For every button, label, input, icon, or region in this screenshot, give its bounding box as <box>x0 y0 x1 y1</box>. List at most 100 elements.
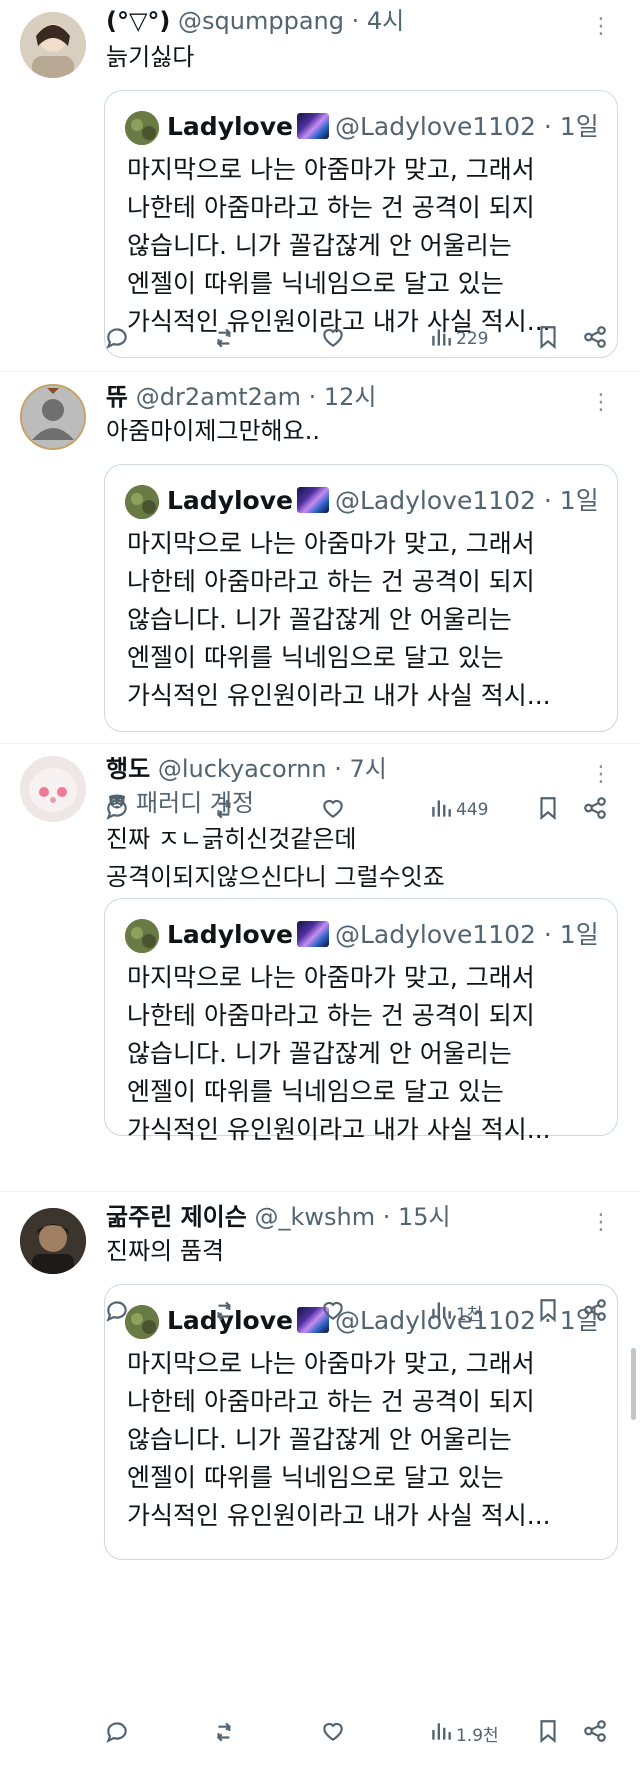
quoted-avatar[interactable] <box>125 919 159 953</box>
views-icon <box>428 1297 454 1328</box>
like-button[interactable] <box>320 1297 346 1327</box>
views-count: 449 <box>456 800 489 820</box>
timestamp[interactable]: · 7시 <box>334 755 387 783</box>
quoted-header: Ladylove @Ladylove1102 · 1일 <box>167 109 599 145</box>
tweet-text: 아줌마이제그만해요.. <box>106 417 320 445</box>
quoted-header: Ladylove @Ladylove1102 · 1일 <box>167 483 599 519</box>
tweet-text: 늙기싫다 <box>106 43 195 71</box>
reply-button[interactable] <box>104 1297 130 1327</box>
reply-icon <box>104 795 130 826</box>
share-icon <box>582 795 608 826</box>
timestamp[interactable]: · 4시 <box>352 7 405 35</box>
bookmark-icon <box>535 1297 561 1328</box>
quoted-avatar[interactable] <box>125 485 159 519</box>
tweet-header: 굶주린 제이슨 @_kwshm · 15시 <box>106 1202 451 1232</box>
views-button[interactable]: 1천 <box>428 1297 482 1327</box>
quoted-tweet[interactable]: Ladylove @Ladylove1102 · 1일 마지막으로 나는 아줌마가… <box>104 90 618 358</box>
reply-icon <box>104 1297 130 1328</box>
retweet-button[interactable] <box>212 324 238 354</box>
quoted-avatar[interactable] <box>125 111 159 145</box>
handle[interactable]: @_kwshm <box>254 1203 375 1231</box>
share-button[interactable] <box>582 324 608 354</box>
avatar[interactable] <box>20 1208 86 1274</box>
retweet-button[interactable] <box>212 1297 238 1327</box>
tweet[interactable]: 뜌 @dr2amt2am · 12시 ⋮ 아줌마이제그만해요.. Ladylov… <box>0 372 640 744</box>
timestamp[interactable]: · 12시 <box>309 383 377 411</box>
handle[interactable]: @luckyacornn <box>158 755 327 783</box>
display-name[interactable]: 굶주린 제이슨 <box>106 1203 247 1231</box>
quoted-text: 마지막으로 나는 아줌마가 맞고, 그래서 나한테 아줌마라고 하는 건 공격이 … <box>127 963 551 1144</box>
retweet-icon <box>212 1297 238 1328</box>
views-icon <box>428 1718 454 1749</box>
like-icon <box>320 1718 346 1749</box>
galaxy-emoji-icon <box>297 487 329 513</box>
quoted-handle: @Ladylove1102 <box>335 486 536 515</box>
galaxy-emoji-icon <box>297 921 329 947</box>
avatar[interactable] <box>20 12 86 78</box>
display-name[interactable]: (°▽°) <box>106 7 170 35</box>
scrollbar[interactable] <box>631 1348 636 1420</box>
more-options-icon[interactable]: ⋮ <box>590 764 612 786</box>
more-options-icon[interactable]: ⋮ <box>590 1212 612 1234</box>
avatar[interactable] <box>20 384 86 450</box>
quoted-text: 마지막으로 나는 아줌마가 맞고, 그래서 나한테 아줌마라고 하는 건 공격이 … <box>127 529 551 710</box>
tweet-header: 뜌 @dr2amt2am · 12시 <box>106 382 377 412</box>
like-icon <box>320 1297 346 1328</box>
quoted-text: 마지막으로 나는 아줌마가 맞고, 그래서 나한테 아줌마라고 하는 건 공격이 … <box>127 155 551 336</box>
more-options-icon[interactable]: ⋮ <box>590 392 612 414</box>
tweet[interactable]: (°▽°) @squmppang · 4시 ⋮ 늙기싫다 Ladylove @La… <box>0 0 640 372</box>
views-icon <box>428 324 454 355</box>
bookmark-button[interactable] <box>535 795 561 825</box>
reply-button[interactable] <box>104 1718 130 1748</box>
quoted-name: Ladylove <box>167 920 293 949</box>
views-button[interactable]: 449 <box>428 795 488 825</box>
bookmark-icon <box>535 795 561 826</box>
tweet[interactable]: 굶주린 제이슨 @_kwshm · 15시 ⋮ 진짜의 품격 Ladylove @… <box>0 1192 640 1771</box>
like-icon <box>320 795 346 826</box>
views-count: 1천 <box>456 1304 483 1325</box>
quoted-tweet[interactable]: Ladylove @Ladylove1102 · 1일 마지막으로 나는 아줌마가… <box>104 898 618 1144</box>
quoted-tweet[interactable]: Ladylove @Ladylove1102 · 1일 마지막으로 나는 아줌마가… <box>104 464 618 732</box>
retweet-icon <box>212 1718 238 1749</box>
quoted-handle: @Ladylove1102 <box>335 920 536 949</box>
tweet-text: 진짜의 품격 <box>106 1237 225 1265</box>
share-button[interactable] <box>582 1718 608 1748</box>
share-button[interactable] <box>582 1297 608 1327</box>
views-count: 229 <box>456 329 489 349</box>
quoted-name: Ladylove <box>167 486 293 515</box>
retweet-icon <box>212 795 238 826</box>
reply-icon <box>104 1718 130 1749</box>
display-name[interactable]: 행도 <box>106 755 150 783</box>
action-bar: 1천 <box>0 1297 640 1327</box>
retweet-button[interactable] <box>212 795 238 825</box>
views-button[interactable]: 1.9천 <box>428 1718 499 1748</box>
action-bar: 449 <box>0 795 640 825</box>
tweet-header: 행도 @luckyacornn · 7시 <box>106 754 387 784</box>
more-options-icon[interactable]: ⋮ <box>590 16 612 38</box>
display-name[interactable]: 뜌 <box>106 383 128 411</box>
reply-button[interactable] <box>104 324 130 354</box>
retweet-button[interactable] <box>212 1718 238 1748</box>
views-button[interactable]: 229 <box>428 324 488 354</box>
share-button[interactable] <box>582 795 608 825</box>
like-button[interactable] <box>320 1718 346 1748</box>
action-bar: 229 <box>0 324 640 354</box>
quoted-handle: @Ladylove1102 <box>335 112 536 141</box>
reply-icon <box>104 324 130 355</box>
bookmark-icon <box>535 324 561 355</box>
tweet-text: 진짜 ㅈㄴ긁히신것같은데 공격이되지않으신다니 그럴수잇죠 <box>106 825 445 891</box>
like-button[interactable] <box>320 324 346 354</box>
handle[interactable]: @dr2amt2am <box>136 383 301 411</box>
bookmark-button[interactable] <box>535 1718 561 1748</box>
bookmark-button[interactable] <box>535 1297 561 1327</box>
quoted-text: 마지막으로 나는 아줌마가 맞고, 그래서 나한테 아줌마라고 하는 건 공격이 … <box>127 1349 551 1530</box>
bookmark-button[interactable] <box>535 324 561 354</box>
timestamp[interactable]: · 15시 <box>383 1203 451 1231</box>
like-icon <box>320 324 346 355</box>
like-button[interactable] <box>320 795 346 825</box>
views-count: 1.9천 <box>456 1725 499 1746</box>
share-icon <box>582 1718 608 1749</box>
share-icon <box>582 324 608 355</box>
reply-button[interactable] <box>104 795 130 825</box>
handle[interactable]: @squmppang <box>178 7 344 35</box>
